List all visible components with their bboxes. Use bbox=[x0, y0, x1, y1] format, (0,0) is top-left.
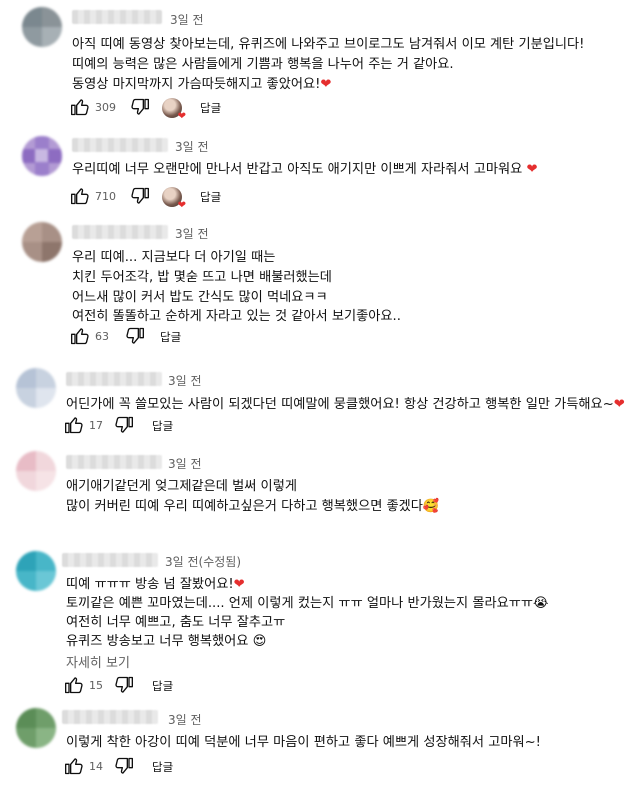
comment-text: 이렇게 착한 아강이 띠예 덕분에 너무 마음이 편하고 좋다 예쁘게 성장해줘… bbox=[66, 735, 541, 750]
comment: 3일 전 애기애기같던게 엊그제같은데 벌써 이렇게 많이 커버린 띠예 우리 … bbox=[0, 445, 640, 545]
thumbs-down-icon[interactable] bbox=[114, 756, 134, 776]
reply-button[interactable]: 답글 bbox=[200, 189, 221, 205]
comment-text-last: 유퀴즈 방송보고 너무 행복했어요 😍 bbox=[66, 630, 266, 649]
comment-actions: 63 답글 bbox=[70, 326, 370, 348]
thumbs-up-icon[interactable] bbox=[64, 415, 84, 435]
crying-face-icon: 😭 bbox=[533, 596, 549, 611]
comment-text: 띠예의 능력은 많은 사람들에게 기쁨과 행복을 나누어 주는 거 같아요. bbox=[72, 57, 454, 72]
like-count: 309 bbox=[95, 101, 116, 114]
comment-text: 여전히 너무 예쁘고, 춤도 너무 잘추고ㅠ bbox=[66, 615, 286, 630]
comment-text: 많이 커버린 띠예 우리 띠예하고싶은거 다하고 행복했으면 좋겠다 bbox=[66, 499, 423, 514]
reply-button[interactable]: 답글 bbox=[152, 678, 173, 694]
comment: 3일 전 우리 띠예... 지금보다 더 아기일 때는 치킨 두어조각, 밥 몇… bbox=[0, 215, 640, 360]
comment-text: 어딘가에 꼭 쓸모있는 사람이 되겠다던 띠예말에 뭉클했어요! 항상 건강하고… bbox=[66, 397, 614, 412]
comment-text: 치킨 두어조각, 밥 몇숟 뜨고 나면 배불러했는데 bbox=[72, 270, 332, 285]
comment-text-last: 우리띠예 너무 오랜만에 만나서 반갑고 아직도 애기지만 이쁘게 자라줘서 고… bbox=[72, 158, 538, 177]
comment-time[interactable]: 3일 전 bbox=[170, 11, 204, 28]
like-count: 15 bbox=[89, 679, 103, 692]
comment-text: 유퀴즈 방송보고 너무 행복했어요 bbox=[66, 634, 249, 649]
creator-heart-avatar: ❤ bbox=[162, 98, 186, 122]
comment-time[interactable]: 3일 전 bbox=[175, 138, 209, 155]
author-name[interactable] bbox=[72, 10, 162, 24]
thumbs-down-icon[interactable] bbox=[130, 97, 150, 117]
comment-time[interactable]: 3일 전 bbox=[168, 711, 202, 728]
heart-eyes-icon: 😍 bbox=[252, 634, 267, 649]
avatar[interactable] bbox=[22, 7, 62, 47]
comment: 3일 전 이렇게 착한 아강이 띠예 덕분에 너무 마음이 편하고 좋다 예쁘게… bbox=[0, 700, 640, 787]
reply-button[interactable]: 답글 bbox=[152, 418, 173, 434]
comment-text-last: 이렇게 착한 아강이 띠예 덕분에 너무 마음이 편하고 좋다 예쁘게 성장해줘… bbox=[66, 731, 541, 750]
reply-button[interactable]: 답글 bbox=[200, 100, 221, 116]
thumbs-down-icon[interactable] bbox=[130, 186, 150, 206]
comment-text-last: 띠예 ㅠㅠㅠ 방송 넘 잘봤어요!❤ bbox=[66, 573, 245, 592]
comment-actions: 309 ❤ 답글 bbox=[70, 97, 370, 122]
comment-text: 동영상 마지막까지 가슴따듯해지고 좋았어요! bbox=[72, 77, 321, 92]
avatar[interactable] bbox=[22, 136, 62, 176]
thumbs-up-icon[interactable] bbox=[70, 326, 90, 346]
comment-time[interactable]: 3일 전 bbox=[168, 455, 202, 472]
reply-button[interactable]: 답글 bbox=[160, 329, 181, 345]
comment-actions: 15 답글 bbox=[64, 675, 364, 697]
comment-text: 토끼같은 예쁜 꼬마였는데.... 언제 이렇게 컸는지 ㅠㅠ 얼마나 반가웠는… bbox=[66, 596, 533, 611]
like-count: 63 bbox=[95, 330, 109, 343]
author-name[interactable] bbox=[62, 553, 158, 567]
comment-text: 띠예 ㅠㅠㅠ 방송 넘 잘봤어요! bbox=[66, 577, 234, 592]
comment-text-last: 어딘가에 꼭 쓸모있는 사람이 되겠다던 띠예말에 뭉클했어요! 항상 건강하고… bbox=[66, 393, 625, 412]
comment: 3일 전 어딘가에 꼭 쓸모있는 사람이 되겠다던 띠예말에 뭉클했어요! 항상… bbox=[0, 360, 640, 445]
thumbs-down-icon[interactable] bbox=[125, 326, 145, 346]
comment: 3일 전 우리띠예 너무 오랜만에 만나서 반갑고 아직도 애기지만 이쁘게 자… bbox=[0, 130, 640, 215]
red-heart-icon: ❤ bbox=[613, 397, 625, 412]
comment-time[interactable]: 3일 전 bbox=[175, 225, 209, 242]
thumbs-down-icon[interactable] bbox=[114, 415, 134, 435]
red-heart-icon: ❤ bbox=[320, 77, 332, 92]
comment-time[interactable]: 3일 전 bbox=[168, 372, 202, 389]
comment-actions: 17 답글 bbox=[64, 415, 364, 437]
red-heart-icon: ❤ bbox=[526, 162, 538, 177]
heart-icon: ❤ bbox=[177, 200, 186, 211]
thumbs-up-icon[interactable] bbox=[64, 675, 84, 695]
thumbs-up-icon[interactable] bbox=[70, 97, 90, 117]
red-heart-icon: ❤ bbox=[233, 577, 245, 592]
author-name[interactable] bbox=[62, 710, 158, 724]
comment-text: 애기애기같던게 엊그제같은데 벌써 이렇게 bbox=[66, 479, 297, 494]
author-name[interactable] bbox=[72, 138, 168, 152]
reply-button[interactable]: 답글 bbox=[152, 759, 173, 775]
heart-icon: ❤ bbox=[177, 111, 186, 122]
like-count: 710 bbox=[95, 190, 116, 203]
author-name[interactable] bbox=[66, 455, 162, 469]
comment-text: 우리띠예 너무 오랜만에 만나서 반갑고 아직도 애기지만 이쁘게 자라줘서 고… bbox=[72, 162, 523, 177]
author-name[interactable] bbox=[66, 372, 162, 386]
thumbs-up-icon[interactable] bbox=[70, 186, 90, 206]
avatar[interactable] bbox=[16, 451, 56, 491]
creator-heart-avatar: ❤ bbox=[162, 187, 186, 211]
comment-text: 어느새 많이 커서 밥도 간식도 많이 먹네요ㅋㅋ bbox=[72, 290, 328, 305]
comment-text-last: 많이 커버린 띠예 우리 띠예하고싶은거 다하고 행복했으면 좋겠다🥰 bbox=[66, 495, 439, 514]
comment: 3일 전 아직 띠예 동영상 찾아보는데, 유퀴즈에 나와주고 브이로그도 남겨… bbox=[0, 0, 640, 130]
smiling-face-with-hearts-icon: 🥰 bbox=[422, 499, 440, 514]
comment-text: 우리 띠예... 지금보다 더 아기일 때는 bbox=[72, 250, 276, 265]
avatar[interactable] bbox=[16, 551, 56, 591]
comment: 3일 전(수정됨) 띠예 ㅠㅠㅠ 방송 넘 잘봤어요!❤ 토끼같은 예쁜 꼬마였… bbox=[0, 545, 640, 700]
comment-text-last: 동영상 마지막까지 가슴따듯해지고 좋았어요!❤ bbox=[72, 73, 331, 92]
comment-time[interactable]: 3일 전(수정됨) bbox=[165, 553, 241, 570]
comment-text: 여전히 똘똘하고 순하게 자라고 있는 것 같아서 보기좋아요.. bbox=[72, 309, 401, 324]
comment-text: 아직 띠예 동영상 찾아보는데, 유퀴즈에 나와주고 브이로그도 남겨줘서 이모… bbox=[72, 37, 585, 52]
avatar[interactable] bbox=[16, 708, 56, 748]
avatar[interactable] bbox=[22, 222, 62, 262]
thumbs-down-icon[interactable] bbox=[114, 675, 134, 695]
like-count: 14 bbox=[89, 760, 103, 773]
thumbs-up-icon[interactable] bbox=[64, 756, 84, 776]
avatar[interactable] bbox=[16, 368, 56, 408]
author-name[interactable] bbox=[72, 225, 168, 239]
like-count: 17 bbox=[89, 419, 103, 432]
comment-text-last: 토끼같은 예쁜 꼬마였는데.... 언제 이렇게 컸는지 ㅠㅠ 얼마나 반가웠는… bbox=[66, 592, 548, 611]
comment-actions: 14 답글 bbox=[64, 756, 364, 778]
comment-actions: 710 ❤ 답글 bbox=[70, 186, 370, 211]
read-more-button[interactable]: 자세히 보기 bbox=[66, 652, 130, 671]
